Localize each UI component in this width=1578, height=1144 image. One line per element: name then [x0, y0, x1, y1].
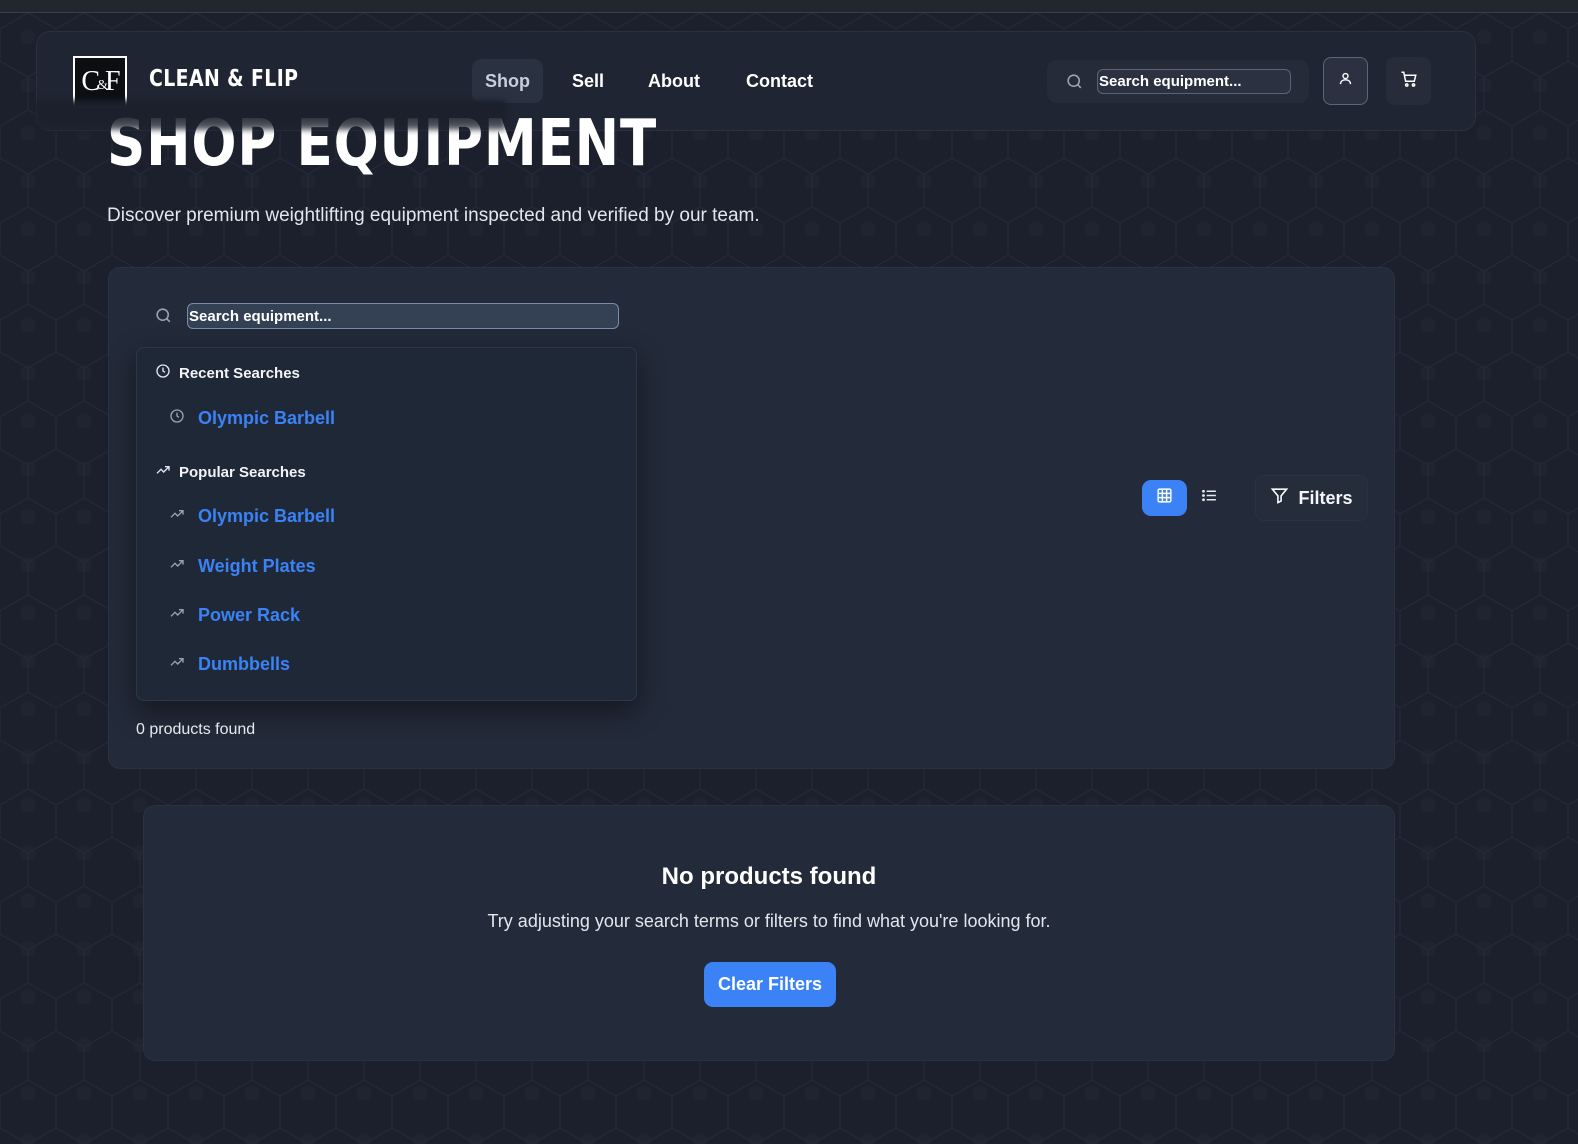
search-icon: [1065, 72, 1084, 96]
popular-search-item[interactable]: Dumbbells: [169, 654, 290, 675]
view-mode-toggle: [1142, 480, 1232, 516]
result-count: 0 products found: [136, 721, 256, 738]
list-icon: [1201, 487, 1218, 509]
clock-icon: [169, 408, 185, 429]
brand-name[interactable]: CLEAN & FLIP: [149, 66, 298, 92]
header-search-input[interactable]: [1097, 69, 1291, 94]
nav-about[interactable]: About: [635, 59, 713, 103]
clock-icon: [155, 363, 171, 383]
popular-search-item[interactable]: Weight Plates: [169, 556, 316, 577]
grid-view-button[interactable]: [1142, 480, 1187, 516]
search-suggestions-dropdown: Recent Searches Olympic Barbell Popular …: [136, 347, 637, 701]
browser-top-strip: [0, 0, 1578, 13]
header-search: [1047, 60, 1309, 103]
cart-button[interactable]: [1386, 57, 1431, 105]
empty-state-message: Try adjusting your search terms or filte…: [487, 911, 1051, 931]
recent-searches-heading: Recent Searches: [155, 363, 300, 383]
recent-search-item[interactable]: Olympic Barbell: [169, 408, 335, 429]
clear-filters-button[interactable]: Clear Filters: [704, 962, 836, 1007]
search-icon: [154, 306, 173, 330]
popular-search-item[interactable]: Olympic Barbell: [169, 506, 335, 527]
filters-label: Filters: [1298, 487, 1353, 508]
user-icon: [1338, 71, 1353, 91]
trending-up-icon: [169, 556, 185, 577]
popular-searches-heading: Popular Searches: [155, 462, 306, 482]
trending-up-icon: [169, 654, 185, 675]
main-nav: Shop Sell About Contact: [472, 59, 826, 103]
popular-search-item[interactable]: Power Rack: [169, 605, 300, 626]
trending-up-icon: [169, 506, 185, 527]
page-subtitle: Discover premium weightlifting equipment…: [107, 205, 760, 226]
empty-state-title: No products found: [661, 863, 877, 890]
trending-up-icon: [169, 605, 185, 626]
filter-icon: [1270, 486, 1289, 510]
list-view-button[interactable]: [1187, 480, 1232, 516]
cart-icon: [1400, 70, 1418, 93]
account-button[interactable]: [1323, 57, 1368, 105]
grid-icon: [1156, 487, 1173, 509]
trending-up-icon: [155, 462, 171, 482]
product-search-input[interactable]: [187, 303, 619, 329]
filter-panel: Recent Searches Olympic Barbell Popular …: [108, 267, 1395, 769]
header-shadow: [36, 100, 506, 130]
filters-button[interactable]: Filters: [1255, 475, 1368, 521]
nav-contact[interactable]: Contact: [733, 59, 826, 103]
nav-shop[interactable]: Shop: [472, 59, 543, 103]
nav-sell[interactable]: Sell: [559, 59, 617, 103]
empty-state: No products found Try adjusting your sea…: [143, 805, 1395, 1061]
